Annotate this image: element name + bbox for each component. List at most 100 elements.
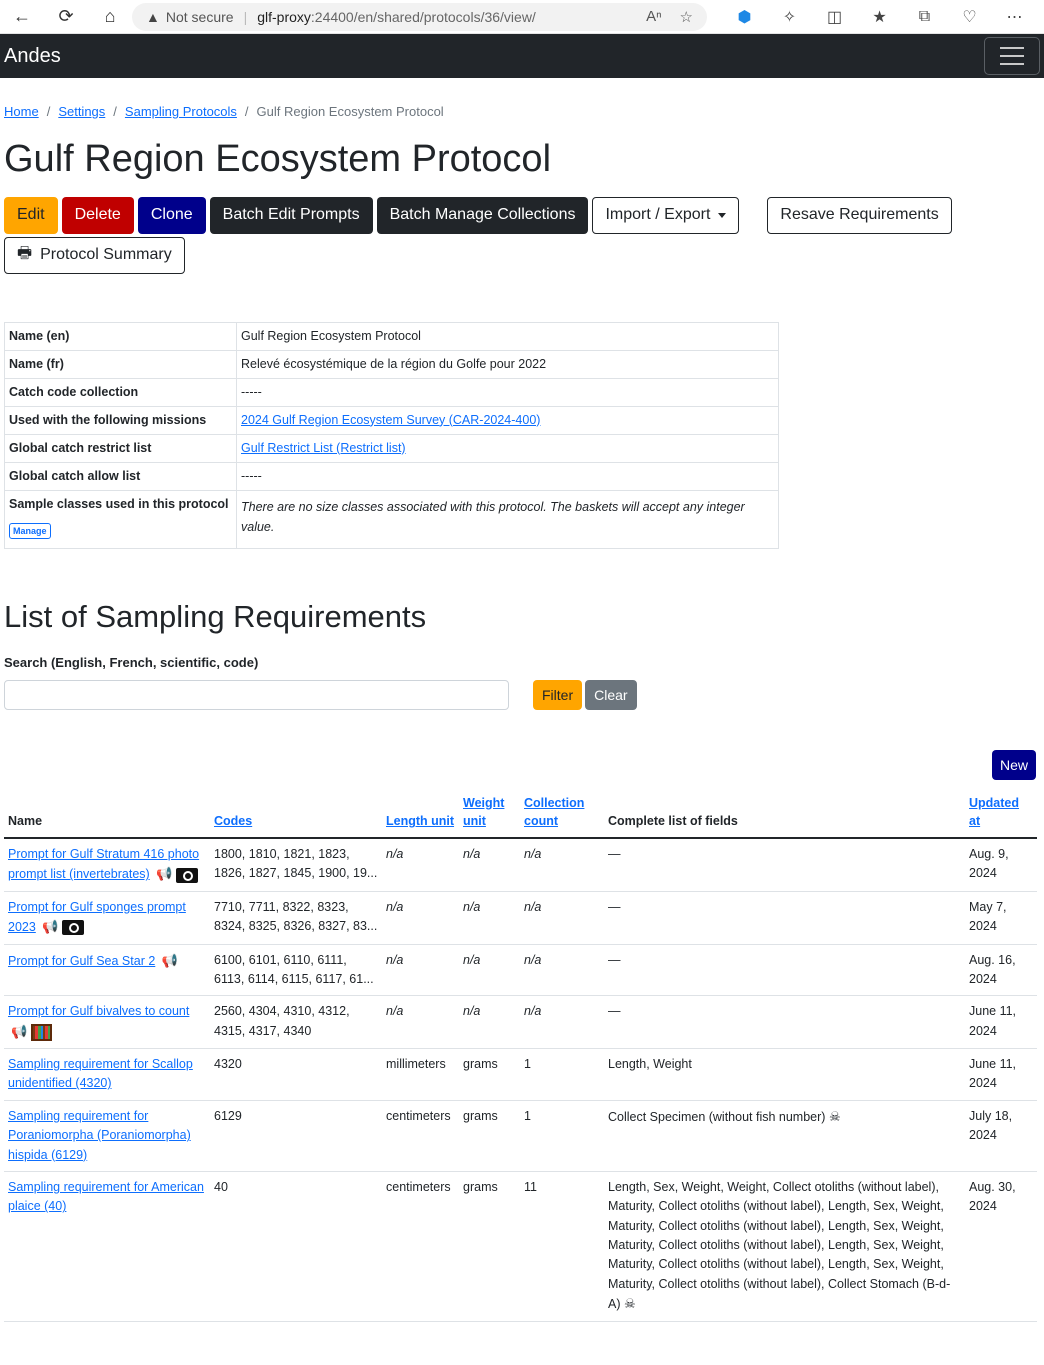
requirements-table: Name Codes Length unit Weight unit Colle… (4, 791, 1037, 1322)
table-row: Sampling requirement for Scallop unident… (4, 1048, 1037, 1101)
sort-length-unit[interactable]: Length unit (386, 814, 454, 828)
address-bar[interactable]: ▲ Not secure | glf-proxy:24400/en/shared… (132, 3, 707, 31)
weight-unit-cell: grams (459, 1048, 520, 1101)
codes-cell: 6129 (210, 1100, 382, 1172)
resave-requirements-button[interactable]: Resave Requirements (767, 196, 952, 234)
weight-unit-cell: n/a (459, 944, 520, 997)
batch-edit-prompts-button[interactable]: Batch Edit Prompts (209, 196, 373, 234)
sort-collection-count[interactable]: Collection count (524, 796, 584, 829)
warning-icon: ▲ (146, 9, 160, 25)
requirement-link[interactable]: Sampling requirement for Poraniomorpha (… (8, 1109, 191, 1162)
table-row: Sampling requirement for Poraniomorpha (… (4, 1100, 1037, 1172)
weight-unit-cell: n/a (459, 995, 520, 1050)
restrict-list-link[interactable]: Gulf Restrict List (Restrict list) (241, 441, 406, 455)
collection-count-cell: n/a (520, 944, 604, 997)
detail-label: Global catch allow list (4, 461, 237, 491)
codes-cell: 4320 (210, 1048, 382, 1101)
detail-row: Sample classes used in this protocol Man… (4, 489, 779, 549)
import-export-dropdown[interactable]: Import / Export (592, 196, 740, 234)
detail-label: Name (fr) (4, 349, 237, 379)
updated-cell: July 18, 2024 (965, 1100, 1037, 1172)
detail-label: Catch code collection (4, 377, 237, 407)
breadcrumb-divider: / (46, 104, 51, 119)
detail-value: Relevé écosystémique de la région du Gol… (236, 349, 779, 379)
table-row: Prompt for Gulf bivalves to count 📢 2560… (4, 995, 1037, 1050)
detail-value: ----- (236, 461, 779, 491)
requirement-link[interactable]: Sampling requirement for American plaice… (8, 1180, 204, 1213)
clear-button[interactable]: Clear (585, 679, 637, 710)
collections-icon[interactable]: ⧉ (902, 8, 947, 26)
codes-cell: 2560, 4304, 4310, 4312, 4315, 4317, 4340 (210, 995, 382, 1050)
favorites-icon[interactable]: ★ (857, 7, 902, 27)
col-name: Name (4, 791, 210, 840)
detail-row: Catch code collection ----- (4, 377, 779, 407)
table-row: Sampling requirement for American plaice… (4, 1171, 1037, 1322)
breadcrumb: Home / Settings / Sampling Protocols / G… (4, 104, 1040, 119)
table-row: Prompt for Gulf sponges prompt 2023 📢 77… (4, 891, 1037, 945)
caret-down-icon (718, 212, 727, 218)
extension-shield-icon[interactable]: ⬢ (722, 7, 767, 27)
requirements-heading: List of Sampling Requirements (4, 598, 427, 634)
page-title: Gulf Region Ecosystem Protocol (4, 138, 552, 180)
requirement-link[interactable]: Prompt for Gulf sponges prompt 2023 (8, 900, 186, 934)
home-icon[interactable]: ⌂ (88, 0, 132, 34)
back-icon[interactable]: ← (0, 0, 44, 34)
mission-link[interactable]: 2024 Gulf Region Ecosystem Survey (CAR-2… (241, 413, 540, 427)
security-label: Not secure (165, 9, 234, 25)
search-label: Search (English, French, scientific, cod… (4, 654, 259, 670)
fields-cell: — (604, 995, 965, 1050)
edit-button[interactable]: Edit (4, 196, 58, 234)
filter-button[interactable]: Filter (533, 679, 583, 710)
refresh-icon[interactable]: ⟳ (44, 0, 88, 34)
fields-cell: — (604, 891, 965, 945)
manage-sample-classes-button[interactable]: Manage (9, 522, 51, 539)
breadcrumb-sampling-protocols[interactable]: Sampling Protocols (125, 104, 237, 119)
sort-weight-unit[interactable]: Weight unit (463, 796, 504, 829)
sort-codes[interactable]: Codes (214, 814, 252, 828)
table-header-row: Name Codes Length unit Weight unit Colle… (4, 791, 1037, 840)
breadcrumb-current: Gulf Region Ecosystem Protocol (256, 104, 444, 119)
menu-toggle-icon[interactable] (984, 37, 1040, 75)
protocol-summary-button[interactable]: 🖶 Protocol Summary (4, 236, 185, 274)
skull-icon: ☠ (623, 1296, 636, 1312)
new-requirement-button[interactable]: New (991, 749, 1036, 780)
length-unit-cell: n/a (382, 944, 459, 997)
fields-text: Length, Sex, Weight, Weight, Collect oto… (608, 1179, 951, 1312)
collection-count-cell: 1 (520, 1048, 604, 1101)
length-unit-cell: millimeters (382, 1048, 459, 1101)
clone-button[interactable]: Clone (137, 196, 206, 234)
megaphone-icon: 📢 (11, 1023, 28, 1039)
read-aloud-icon[interactable]: Aⁿ (646, 8, 661, 26)
import-export-label: Import / Export (605, 206, 711, 224)
search-input[interactable] (4, 679, 509, 710)
requirement-link[interactable]: Prompt for Gulf Sea Star 2 (8, 954, 155, 968)
protocol-summary-label: Protocol Summary (40, 246, 172, 264)
split-screen-icon[interactable]: ◫ (812, 7, 857, 27)
search-row: Filter Clear (4, 679, 1040, 710)
sort-updated-at[interactable]: Updated at (969, 796, 1019, 829)
address-divider: | (243, 9, 248, 25)
updated-cell: June 11, 2024 (965, 1048, 1037, 1101)
detail-value: Gulf Region Ecosystem Protocol (236, 321, 779, 351)
length-unit-cell: n/a (382, 995, 459, 1050)
brand[interactable]: Andes (4, 45, 61, 68)
extensions-icon[interactable]: ✧ (767, 7, 812, 27)
detail-row: Name (en) Gulf Region Ecosystem Protocol (4, 321, 779, 351)
favorite-star-icon[interactable]: ☆ (680, 8, 693, 26)
collection-count-cell: n/a (520, 838, 604, 892)
length-unit-cell: n/a (382, 891, 459, 945)
app-navbar: Andes (0, 34, 1044, 78)
requirement-link[interactable]: Prompt for Gulf bivalves to count (8, 1004, 189, 1018)
collection-count-cell: 1 (520, 1100, 604, 1172)
health-icon[interactable]: ♡ (947, 7, 992, 27)
megaphone-icon: 📢 (161, 952, 178, 968)
weight-unit-cell: grams (459, 1100, 520, 1172)
batch-manage-collections-button[interactable]: Batch Manage Collections (376, 196, 589, 234)
camera-icon (176, 867, 199, 883)
breadcrumb-home[interactable]: Home (4, 104, 39, 119)
more-icon[interactable]: ⋯ (992, 7, 1037, 27)
collection-count-cell: n/a (520, 995, 604, 1050)
requirement-link[interactable]: Sampling requirement for Scallop unident… (8, 1057, 193, 1090)
delete-button[interactable]: Delete (61, 196, 134, 234)
breadcrumb-settings[interactable]: Settings (58, 104, 105, 119)
